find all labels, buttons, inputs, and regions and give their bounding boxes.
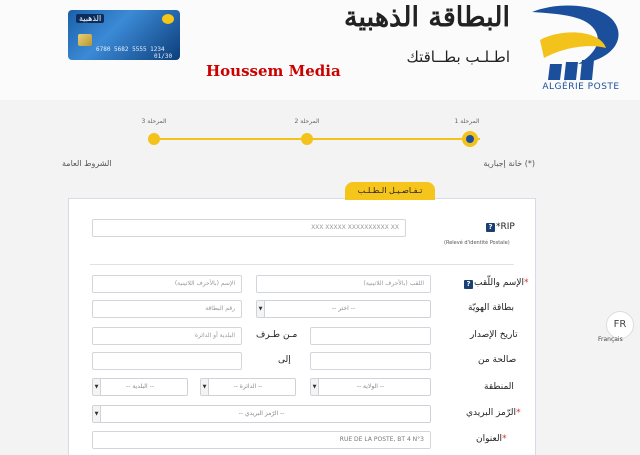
form-divider [90,264,514,265]
address-label: *العنوان [476,434,507,444]
wilaya-value: -- الولاية -- [356,383,385,390]
chevron-down-icon: ▼ [311,379,319,395]
chevron-down-icon: ▼ [257,301,265,317]
valid-to-label: إلى [278,355,291,365]
step-label-2: المرحلة 2 [294,118,320,125]
help-icon[interactable]: ? [486,223,495,232]
issue-date-input[interactable] [310,327,431,345]
valid-from-label: صالحة من [478,355,517,365]
issued-by-input[interactable]: البلدية أو الدائرة [92,327,242,345]
language-label[interactable]: Français [598,336,623,343]
card-number: 6780 5682 5555 1234 [96,46,165,53]
tab-request-details[interactable]: تـفـاصـيـل الـطـلـب [345,182,435,200]
wilaya-select[interactable]: ▼ -- الولاية -- [310,378,431,396]
step-2-indicator[interactable] [301,133,313,145]
address-label-text: العنوان [476,434,503,444]
card-expiry: 01/30 [154,53,173,60]
issue-date-label: تاريخ الإصدار [470,330,518,340]
commune-value: -- البلدية -- [126,383,154,390]
name-label-text: الإسم واللّقب [474,278,524,288]
postal-code-value: -- الرّمز البريدي -- [238,410,285,417]
rip-input[interactable]: XXX XXXXX XXXXXXXXXX XX [92,219,406,237]
terms-link[interactable]: الشروط العامة [62,159,112,168]
page-subtitle: اطـلـب بطــاقتك [406,48,510,66]
postal-code-label: *الرّمز البريدي [466,408,521,418]
brand-name: ALGÉRIE POSTE [542,82,620,92]
chevron-down-icon: ▼ [93,379,101,395]
watermark-text: Houssem Media [206,62,341,80]
postal-code-select[interactable]: ▼ -- الرّمز البريدي -- [92,405,431,423]
step-label-3: المرحلة 3 [141,118,167,125]
step-3-indicator[interactable] [148,133,160,145]
daira-value: -- الدائرة -- [233,383,263,390]
firstname-input[interactable]: الإسم (بالأحرف اللاتينية) [92,275,242,293]
page-header: الذهبية 6780 5682 5555 1234 01/30 البطاق… [0,0,640,100]
chevron-down-icon: ▼ [93,406,101,422]
valid-to-input[interactable] [92,352,242,370]
card-logo-icon [162,14,174,24]
postal-code-label-text: الرّمز البريدي [466,408,517,418]
id-card-type-value: -- اختر -- [332,305,355,312]
chevron-down-icon: ▼ [201,379,209,395]
id-card-type-select[interactable]: ▼ -- اختر -- [256,300,431,318]
issued-by-label: مـن طـرف [256,330,298,340]
card-label: الذهبية [76,14,105,23]
page-title: البطاقة الذهبية [344,2,510,33]
step-label-1: المرحلة 1 [454,118,480,125]
valid-from-input[interactable] [310,352,431,370]
name-label: *الإسم واللّقب [474,278,529,288]
steps-progress-line [152,138,480,140]
step-1-indicator[interactable] [462,131,478,147]
region-label: المنطقة [484,382,514,392]
commune-select[interactable]: ▼ -- البلدية -- [92,378,188,396]
id-card-number-input[interactable]: رقم البطاقة [92,300,242,318]
language-toggle-button[interactable]: FR [606,311,634,339]
required-fields-note: (*) خانة إجبارية [483,159,535,168]
rip-label: RIP* [496,222,515,232]
rip-caption: (Relevé d'identité Postale) [444,240,510,246]
help-icon[interactable]: ? [464,280,473,289]
lastname-input[interactable]: اللقب (بالأحرف اللاتينية) [256,275,431,293]
id-card-label: بطاقة الهويّة [468,303,514,313]
card-chip-icon [78,34,92,46]
gold-card-image: الذهبية 6780 5682 5555 1234 01/30 [68,10,180,60]
daira-select[interactable]: ▼ -- الدائرة -- [200,378,296,396]
address-input[interactable]: RUE DE LA POSTE, BT 4 N°3 [92,431,431,449]
rip-label-text: RIP* [496,222,515,232]
